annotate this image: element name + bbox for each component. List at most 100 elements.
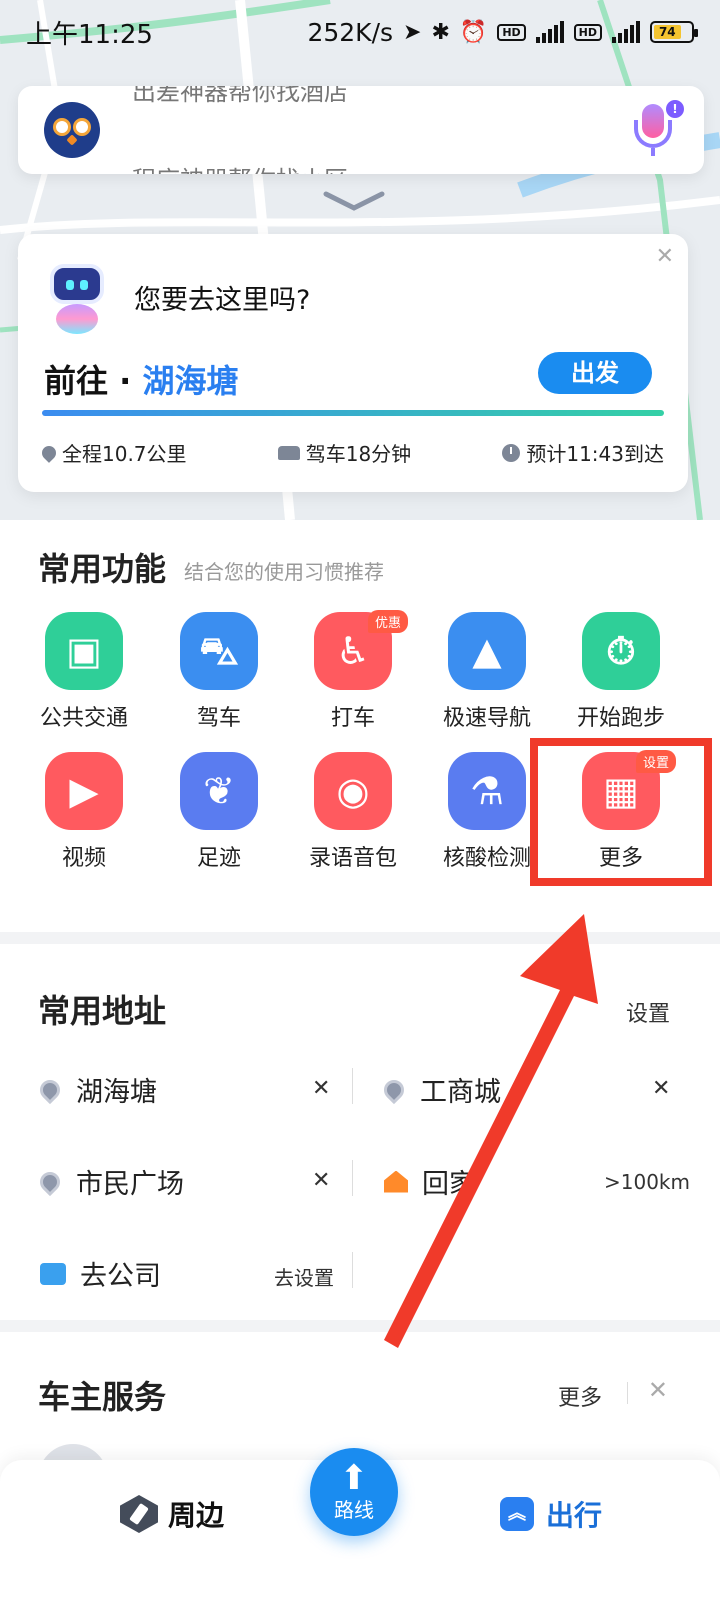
voice-microphone-icon[interactable]: ! bbox=[628, 100, 684, 160]
function-label: 公共交通 bbox=[39, 706, 128, 731]
address-item-shimin-square[interactable]: 市民广场 bbox=[35, 1162, 184, 1201]
close-icon[interactable]: ✕ bbox=[656, 244, 674, 269]
address-item-huhaitang[interactable]: 湖海塘 bbox=[35, 1070, 157, 1109]
double-chevron-up-icon: ︽ bbox=[500, 1497, 534, 1531]
location-icon: ➤ bbox=[403, 19, 422, 45]
search-bar[interactable]: 出差神器帮你找酒店 程序神器帮你找小区 ! bbox=[18, 86, 704, 174]
address-item-gongshangcheng[interactable]: 工商城 bbox=[379, 1070, 501, 1109]
annotation-highlight-box bbox=[530, 738, 712, 886]
destination-label: 前往 · 湖海塘 bbox=[44, 356, 238, 402]
remove-address-icon[interactable]: ✕ bbox=[312, 1168, 330, 1193]
divider bbox=[352, 1252, 353, 1288]
company-setup-link[interactable]: 去设置 bbox=[274, 1262, 334, 1291]
address-label: 回家 bbox=[422, 1169, 476, 1200]
pin-icon bbox=[379, 1075, 409, 1104]
function-public-transit[interactable]: ▣ 公共交通 bbox=[19, 612, 149, 732]
bus-icon: ▣ bbox=[45, 612, 123, 690]
functions-title: 常用功能 bbox=[38, 550, 167, 588]
address-item-company[interactable]: 去公司 bbox=[40, 1254, 161, 1293]
battery-level: 74 bbox=[654, 25, 681, 39]
function-label: 驾车 bbox=[196, 706, 241, 731]
pin-icon bbox=[35, 1075, 65, 1104]
status-bar: 上午11:25 252K/s ➤ ✱ ⏰ HD HD 74 bbox=[0, 0, 720, 64]
function-label: 打车 bbox=[330, 706, 375, 731]
function-label: 开始跑步 bbox=[576, 706, 665, 731]
test-tube-icon: ⚗ bbox=[448, 752, 526, 830]
signal-icon bbox=[535, 21, 564, 43]
function-record-voice[interactable]: ◉ 录语音包 bbox=[288, 752, 418, 872]
signal-icon-2 bbox=[612, 21, 640, 43]
stopwatch-icon: ⏱ bbox=[582, 612, 660, 690]
navigation-arrow-icon: ▲ bbox=[448, 612, 526, 690]
nav-travel[interactable]: ︽ 出行 bbox=[500, 1494, 602, 1534]
nav-travel-label: 出行 bbox=[546, 1499, 603, 1532]
battery-icon: 74 bbox=[650, 21, 698, 43]
route-distance: 全程10.7公里 bbox=[62, 442, 187, 466]
function-video[interactable]: ▶ 视频 bbox=[19, 752, 149, 872]
destination-card[interactable]: 您要去这里吗? ✕ 前往 · 湖海塘 出发 全程10.7公里 驾车18分钟 预计… bbox=[18, 234, 688, 492]
addresses-title: 常用地址 bbox=[38, 992, 167, 1030]
status-time: 上午11:25 bbox=[26, 19, 153, 50]
hd-icon: HD bbox=[497, 23, 526, 41]
address-item-home[interactable]: 回家 bbox=[384, 1162, 476, 1201]
destination-place: 湖海塘 bbox=[142, 362, 239, 400]
function-taxi[interactable]: ♿ 优惠 打车 bbox=[288, 610, 418, 732]
function-drive[interactable]: ⛍ 驾车 bbox=[154, 612, 284, 732]
nav-route-button[interactable]: ⬆ 路线 bbox=[310, 1448, 398, 1536]
pin-icon bbox=[35, 1167, 65, 1196]
go-button[interactable]: 出发 bbox=[538, 352, 652, 394]
record-icon: ◉ bbox=[314, 752, 392, 830]
home-distance: >100km bbox=[604, 1170, 690, 1194]
function-label: 视频 bbox=[61, 846, 106, 871]
briefcase-icon bbox=[40, 1262, 66, 1285]
goto-prefix: 前往 · bbox=[44, 362, 143, 400]
discount-badge: 优惠 bbox=[367, 610, 408, 633]
route-info: 全程10.7公里 驾车18分钟 预计11:43到达 bbox=[39, 438, 664, 467]
divider bbox=[352, 1160, 353, 1196]
address-label: 工商城 bbox=[420, 1077, 501, 1108]
nav-route-label: 路线 bbox=[334, 1498, 374, 1522]
remove-address-icon[interactable]: ✕ bbox=[312, 1076, 330, 1101]
function-label: 足迹 bbox=[196, 846, 241, 871]
common-addresses-section: 常用地址 设置 湖海塘 ✕ 工商城 ✕ 市民广场 ✕ 回家 >100km 去公司… bbox=[0, 944, 720, 1320]
owner-service-title: 车主服务 bbox=[38, 1378, 167, 1416]
function-label: 极速导航 bbox=[442, 706, 531, 731]
functions-subtitle: 结合您的使用习惯推荐 bbox=[184, 560, 384, 584]
compass-icon bbox=[120, 1495, 158, 1533]
address-label: 湖海塘 bbox=[76, 1077, 157, 1108]
search-hint-bottom: 程序神器帮你找小区 bbox=[132, 160, 348, 174]
network-speed: 252K/s bbox=[307, 17, 394, 47]
status-icons: 252K/s ➤ ✱ ⏰ HD HD 74 bbox=[307, 17, 698, 47]
divider bbox=[352, 1068, 353, 1104]
footprint-icon: ❦ bbox=[180, 752, 258, 830]
address-label: 市民广场 bbox=[76, 1169, 184, 1200]
alarm-icon: ⏰ bbox=[459, 19, 488, 45]
clock-icon bbox=[502, 443, 521, 462]
location-pin-icon bbox=[39, 442, 59, 463]
route-arrow-icon: ⬆ bbox=[339, 1458, 369, 1498]
function-footprint[interactable]: ❦ 足迹 bbox=[154, 752, 284, 872]
address-label: 去公司 bbox=[80, 1261, 161, 1292]
search-hint-top: 出差神器帮你找酒店 bbox=[132, 86, 348, 106]
bottom-navigation: 周边 ⬆ 路线 ︽ 出行 bbox=[0, 1448, 720, 1600]
route-progress-bar bbox=[42, 410, 664, 416]
remove-address-icon[interactable]: ✕ bbox=[652, 1076, 670, 1101]
hd-icon-2: HD bbox=[573, 23, 602, 41]
route-drive-time: 驾车18分钟 bbox=[305, 442, 412, 466]
addresses-settings-link[interactable]: 设置 bbox=[626, 996, 670, 1028]
close-icon[interactable]: ✕ bbox=[648, 1376, 668, 1404]
function-fast-navigation[interactable]: ▲ 极速导航 bbox=[422, 612, 552, 732]
owner-service-more-link[interactable]: 更多 bbox=[558, 1380, 602, 1412]
destination-question: 您要去这里吗? bbox=[134, 285, 311, 316]
chevron-down-icon[interactable] bbox=[322, 190, 386, 212]
nav-nearby-label: 周边 bbox=[168, 1499, 225, 1532]
car-icon: ⛍ bbox=[180, 612, 258, 690]
nav-nearby[interactable]: 周边 bbox=[120, 1494, 224, 1534]
owl-avatar-icon[interactable] bbox=[44, 102, 100, 158]
function-label: 录语音包 bbox=[308, 846, 397, 871]
divider bbox=[627, 1382, 628, 1404]
robot-assistant-icon bbox=[40, 258, 114, 338]
play-icon: ▶ bbox=[45, 752, 123, 830]
function-start-running[interactable]: ⏱ 开始跑步 bbox=[556, 612, 686, 732]
home-icon bbox=[384, 1170, 408, 1193]
